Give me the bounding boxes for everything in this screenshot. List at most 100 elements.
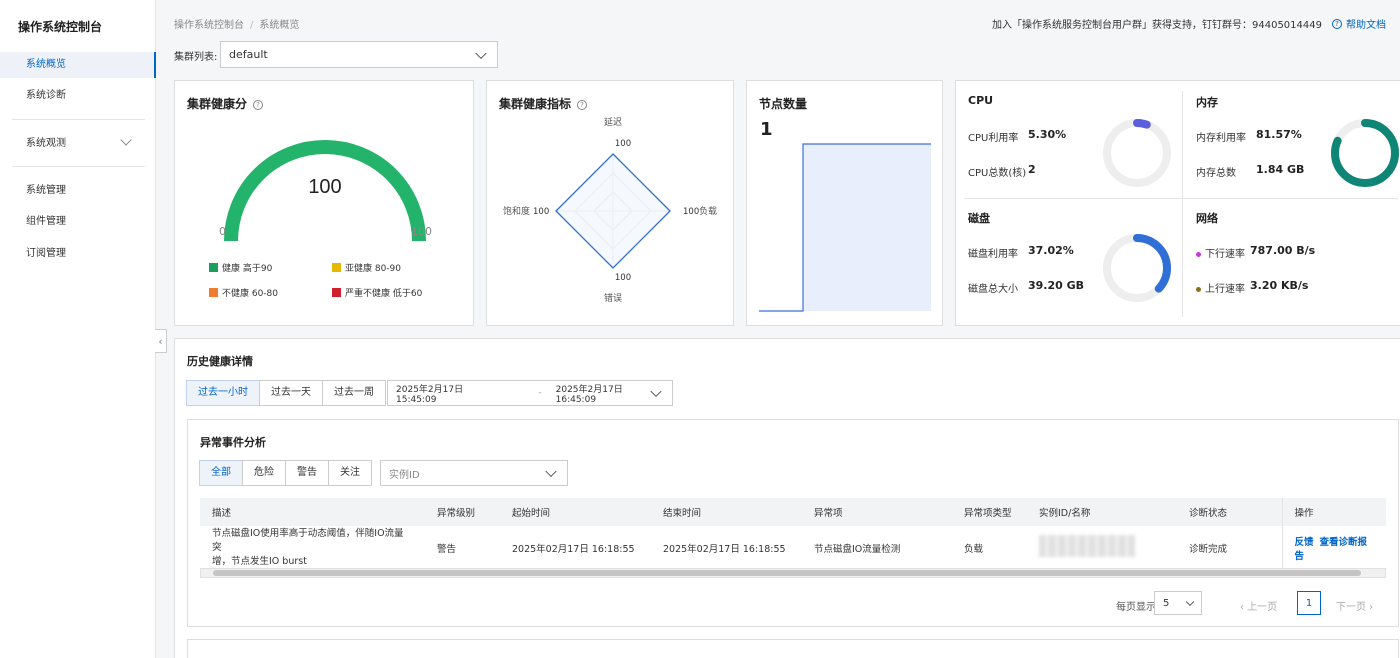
legend-critical: 严重不健康 低于60: [332, 286, 422, 299]
additional-panel: [187, 639, 1399, 658]
main-content: 操作系统控制台 / 系统概览 加入「操作系统服务控制台用户群」获得支持，钉钉群号：9…: [156, 0, 1400, 658]
help-docs-label: 帮助文档: [1346, 20, 1386, 31]
legend-swatch: [332, 263, 341, 272]
help-icon[interactable]: ?: [253, 99, 264, 110]
event-level: 警告: [425, 526, 500, 571]
event-instance: [1027, 526, 1177, 571]
legend-unhealthy: 不健康 60-80: [209, 286, 278, 299]
cpu-count-label: CPU总数(核): [968, 168, 1027, 179]
event-diagnosis-status: 诊断完成: [1177, 526, 1282, 571]
breadcrumb-root[interactable]: 操作系统控制台: [174, 20, 244, 31]
per-page-select[interactable]: 5: [1154, 591, 1202, 615]
prev-page-button[interactable]: ‹ 上一页: [1240, 598, 1277, 613]
chevron-down-icon: [1185, 597, 1195, 607]
range-end: 2025年2月17日 16:45:09: [555, 384, 623, 405]
radar-value-errors: 100: [615, 273, 631, 283]
redacted-instance-id: [1039, 535, 1135, 558]
table-header-row: 描述 异常级别 起始时间 结束时间 异常项 异常项类型 实例ID/名称 诊断状态…: [200, 498, 1386, 526]
radar-axis-label-load: 负载: [699, 205, 717, 217]
network-down-label: 下行速率: [1196, 245, 1245, 260]
cpu-title: CPU: [968, 94, 994, 107]
legend-swatch: [332, 288, 341, 297]
filter-warning[interactable]: 警告: [285, 460, 329, 486]
sidebar-item-label: 系统概览: [26, 59, 66, 70]
health-metrics-card: 集群健康指标? 延迟 100 100 负载 100 错误 饱和度 100: [486, 80, 734, 326]
column-header: 异常项类型: [952, 498, 1027, 526]
range-dash: -: [538, 388, 542, 398]
radar-axis-label-saturation: 饱和度: [503, 205, 530, 217]
chevron-down-icon: [120, 134, 132, 146]
filter-attention[interactable]: 关注: [328, 460, 372, 486]
breadcrumb-separator: /: [250, 20, 254, 31]
datetime-range-picker[interactable]: 2025年2月17日 15:45:09 - 2025年2月17日 16:45:0…: [387, 380, 673, 406]
help-docs-link[interactable]: ? 帮助文档: [1332, 16, 1386, 31]
gauge-max-label: 100: [411, 225, 432, 238]
header-right: 加入「操作系统服务控制台用户群」获得支持，钉钉群号：94405014449 ? …: [992, 16, 1386, 31]
scrollbar-thumb[interactable]: [213, 570, 1361, 576]
network-down-label-text: 下行速率: [1205, 249, 1245, 260]
filter-danger[interactable]: 危险: [242, 460, 286, 486]
radar-series-area: [555, 153, 671, 269]
range-last-week[interactable]: 过去一周: [322, 380, 386, 406]
sidebar-item-label: 系统管理: [26, 185, 66, 196]
legend-label: 健康 高于90: [222, 264, 273, 274]
sidebar-item-diagnosis[interactable]: 系统诊断: [0, 83, 156, 109]
disk-total-label: 磁盘总大小: [968, 284, 1018, 295]
column-header: 结束时间: [651, 498, 802, 526]
resources-card: CPU CPU利用率 5.30% CPU总数(核) 2 内存 内存利用率 81.…: [955, 80, 1400, 326]
cpu-usage-label: CPU利用率: [968, 133, 1019, 144]
cpu-count-value: 2: [1028, 163, 1036, 176]
sidebar: 操作系统控制台 系统概览 系统诊断 系统观测 系统管理 组件管理 订阅管理: [0, 0, 156, 658]
sidebar-item-subscription-management[interactable]: 订阅管理: [0, 241, 156, 267]
sidebar-item-observation[interactable]: 系统观测: [0, 131, 156, 157]
sidebar-item-overview[interactable]: 系统概览: [0, 52, 156, 78]
column-header: 异常项: [802, 498, 952, 526]
sidebar-item-label: 组件管理: [26, 216, 66, 227]
prev-page-label: 上一页: [1247, 602, 1278, 613]
sidebar-item-label: 订阅管理: [26, 248, 66, 259]
help-icon[interactable]: ?: [577, 99, 588, 110]
cluster-select[interactable]: default: [220, 41, 498, 68]
event-level-filter: 全部 危险 警告 关注: [199, 460, 372, 486]
memory-usage-label: 内存利用率: [1196, 133, 1246, 144]
memory-total-label: 内存总数: [1196, 168, 1236, 179]
column-header: 起始时间: [500, 498, 651, 526]
events-table-wrapper: 描述 异常级别 起始时间 结束时间 异常项 异常项类型 实例ID/名称 诊断状态…: [200, 498, 1386, 571]
next-page-button[interactable]: 下一页 ›: [1336, 598, 1373, 613]
upload-dot-icon: [1196, 286, 1201, 292]
legend-label: 亚健康 80-90: [345, 264, 402, 274]
time-range-group: 过去一小时 过去一天 过去一周: [186, 380, 386, 406]
instance-id-select[interactable]: 实例ID: [380, 460, 568, 486]
filter-all[interactable]: 全部: [199, 460, 243, 486]
feedback-link[interactable]: 反馈: [1295, 537, 1314, 548]
sidebar-item-component-management[interactable]: 组件管理: [0, 209, 156, 235]
health-score-value: 100: [308, 176, 341, 198]
range-last-hour[interactable]: 过去一小时: [186, 380, 260, 406]
network-up-label: 上行速率: [1196, 280, 1245, 295]
memory-total-value: 1.84 GB: [1256, 163, 1305, 176]
sidebar-item-label: 系统诊断: [26, 90, 66, 101]
network-title: 网络: [1196, 212, 1218, 225]
node-count-sparkline: [759, 143, 931, 312]
table-horizontal-scrollbar[interactable]: [200, 568, 1386, 578]
gauge-min-label: 0: [219, 225, 226, 238]
range-last-day[interactable]: 过去一天: [259, 380, 323, 406]
table-row: 节点磁盘IO使用率高于动态阈值，伴随IO流量突 增，节点发生IO burst 警告…: [200, 526, 1386, 571]
radar-axis-label-errors: 错误: [604, 292, 622, 304]
download-dot-icon: [1196, 251, 1201, 257]
per-page-value: 5: [1163, 597, 1170, 609]
network-up-label-text: 上行速率: [1205, 284, 1245, 295]
events-table: 描述 异常级别 起始时间 结束时间 异常项 异常项类型 实例ID/名称 诊断状态…: [200, 498, 1386, 571]
description-line: 增，节点发生IO burst: [212, 555, 307, 567]
events-title: 异常事件分析: [200, 436, 266, 449]
disk-usage-label: 磁盘利用率: [968, 249, 1018, 260]
column-header: 描述: [200, 498, 425, 526]
column-header: 操作: [1281, 498, 1386, 526]
network-down-value: 787.00 B/s: [1250, 244, 1316, 257]
page-number-current[interactable]: 1: [1297, 591, 1321, 615]
sidebar-item-system-management[interactable]: 系统管理: [0, 178, 156, 204]
instance-id-placeholder: 实例ID: [389, 469, 420, 481]
health-score-card: 集群健康分? 100 0 100 健康 高于90 亚健康 80-90 不健康 6…: [174, 80, 474, 326]
next-page-label: 下一页: [1336, 602, 1366, 613]
resources-divider-horizontal: [964, 198, 1398, 199]
